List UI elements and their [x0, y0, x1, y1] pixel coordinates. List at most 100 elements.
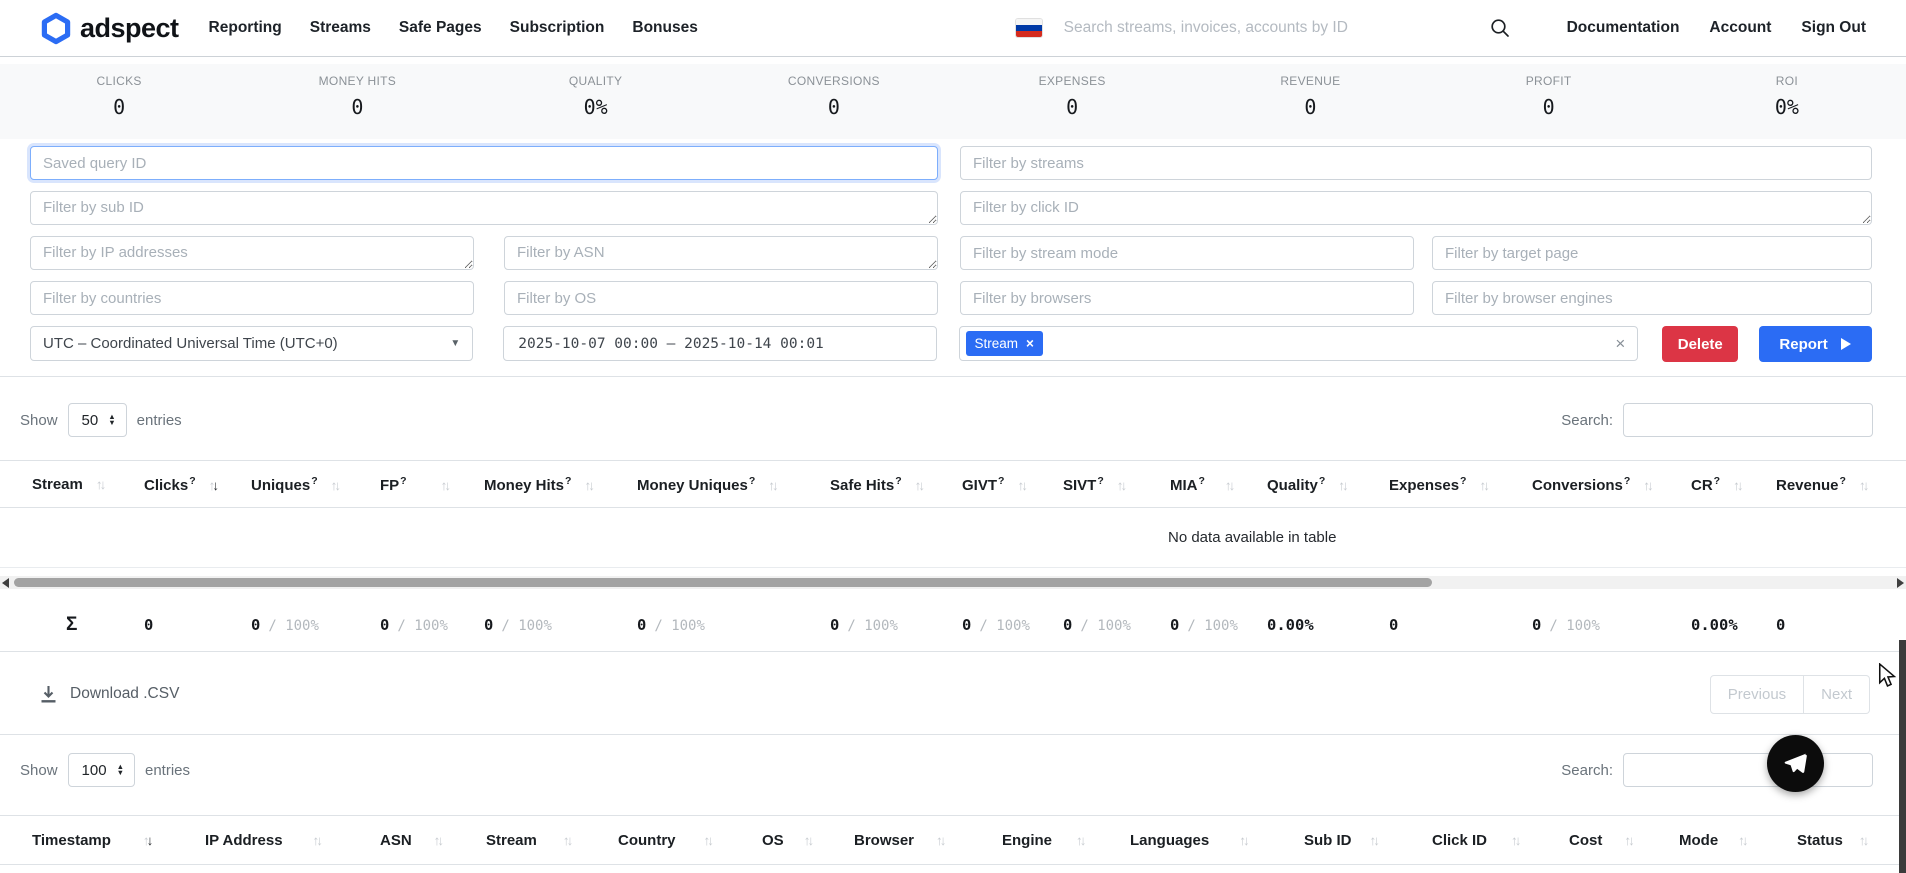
table1-search-input[interactable] [1623, 403, 1873, 437]
nav-reporting[interactable]: Reporting [209, 19, 282, 37]
col-cr[interactable]: CR?↑↓ [1691, 461, 1776, 508]
col-safe-hits[interactable]: Safe Hits?↑↓ [830, 461, 962, 508]
filter-click-id-textarea[interactable] [960, 191, 1872, 225]
col-fp[interactable]: FP?↑↓ [380, 461, 484, 508]
brand-logo[interactable]: adspect [41, 12, 179, 45]
sort-icon: ↑↓ [1338, 478, 1346, 493]
filter-asn-textarea[interactable] [504, 236, 938, 270]
clear-all-icon[interactable]: × [1615, 334, 1625, 354]
col-givt[interactable]: GIVT?↑↓ [962, 461, 1063, 508]
global-search-input[interactable] [1064, 19, 1489, 37]
no-data-message: No data available in table [1168, 529, 1336, 546]
scroll-right-icon[interactable] [1897, 578, 1904, 588]
vertical-scrollbar-thumb[interactable] [1899, 640, 1906, 873]
col-ip-address[interactable]: IP Address↑↓ [205, 816, 380, 865]
col-stream[interactable]: Stream↑↓ [0, 461, 144, 508]
col-country[interactable]: Country↑↓ [618, 816, 762, 865]
select-spinner-icon: ▲▼ [117, 764, 124, 777]
filter-browser-engines-input[interactable] [1432, 281, 1872, 315]
filter-ip-textarea[interactable] [30, 236, 474, 270]
caret-down-icon: ▼ [450, 338, 460, 349]
stream-tags-input[interactable]: Stream × × [959, 326, 1639, 361]
nav-safe-pages[interactable]: Safe Pages [399, 19, 482, 37]
nav-streams[interactable]: Streams [310, 19, 371, 37]
scroll-left-icon[interactable] [2, 578, 9, 588]
col-asn[interactable]: ASN↑↓ [380, 816, 486, 865]
stream-tag[interactable]: Stream × [966, 331, 1043, 356]
report-button[interactable]: Report [1759, 326, 1872, 362]
col-cost[interactable]: Cost↑↓ [1569, 816, 1679, 865]
col-status[interactable]: Status↑↓ [1797, 816, 1906, 865]
col-money-uniques[interactable]: Money Uniques?↑↓ [637, 461, 830, 508]
sort-icon: ↑↓ [1511, 833, 1519, 848]
page-size-select-1[interactable]: 50 ▲▼ [68, 403, 127, 437]
filter-countries-input[interactable] [30, 281, 474, 315]
col-os[interactable]: OS↑↓ [762, 816, 854, 865]
sort-icon: ↑↓ [1859, 833, 1867, 848]
search-label: Search: [1561, 762, 1613, 779]
col-browser[interactable]: Browser↑↓ [854, 816, 1002, 865]
stat-roi: ROI0% [1668, 74, 1906, 139]
stat-revenue: REVENUE0 [1191, 74, 1429, 139]
col-quality[interactable]: Quality?↑↓ [1267, 461, 1389, 508]
sort-icon: ↑↓ [143, 833, 151, 848]
russian-flag-icon[interactable] [1016, 19, 1042, 37]
delete-button[interactable]: Delete [1662, 326, 1738, 362]
search-icon[interactable] [1489, 17, 1511, 39]
sort-icon: ↑↓ [96, 477, 104, 492]
filter-streams-input[interactable] [960, 146, 1872, 180]
telegram-button[interactable] [1767, 735, 1824, 792]
timezone-value: UTC – Coordinated Universal Time (UTC+0) [43, 335, 338, 352]
col-mode[interactable]: Mode↑↓ [1679, 816, 1797, 865]
main-nav: Reporting Streams Safe Pages Subscriptio… [209, 19, 698, 37]
nav-account[interactable]: Account [1709, 19, 1771, 37]
col-revenue[interactable]: Revenue?↑↓ [1776, 461, 1906, 508]
date-range-input[interactable]: 2025-10-07 00:00 – 2025-10-14 00:01 [503, 326, 936, 361]
total-conversions: 0/ 100% [1532, 598, 1691, 652]
horizontal-scrollbar-thumb[interactable] [14, 578, 1432, 587]
sort-icon: ↑↓ [434, 833, 442, 848]
col-money-hits[interactable]: Money Hits?↑↓ [484, 461, 637, 508]
filter-browsers-input[interactable] [960, 281, 1414, 315]
col-timestamp[interactable]: Timestamp↑↓ [0, 816, 205, 865]
filter-sub-id-textarea[interactable] [30, 191, 938, 225]
col-click-id[interactable]: Click ID↑↓ [1432, 816, 1569, 865]
stat-clicks: CLICKS0 [0, 74, 238, 139]
sort-icon: ↑↓ [1117, 478, 1125, 493]
col-uniques[interactable]: Uniques?↑↓ [251, 461, 380, 508]
col-expenses[interactable]: Expenses?↑↓ [1389, 461, 1532, 508]
report-label: Report [1779, 336, 1827, 353]
filter-target-page-input[interactable] [1432, 236, 1872, 270]
filter-os-input[interactable] [504, 281, 938, 315]
nav-documentation[interactable]: Documentation [1567, 19, 1680, 37]
col-stream[interactable]: Stream↑↓ [486, 816, 618, 865]
nav-bonuses[interactable]: Bonuses [632, 19, 697, 37]
col-conversions[interactable]: Conversions?↑↓ [1532, 461, 1691, 508]
show-label: Show [20, 762, 58, 779]
col-mia[interactable]: MIA?↑↓ [1170, 461, 1267, 508]
next-button[interactable]: Next [1804, 675, 1870, 714]
brand-name: adspect [80, 13, 179, 44]
col-languages[interactable]: Languages↑↓ [1130, 816, 1304, 865]
nav-subscription[interactable]: Subscription [510, 19, 605, 37]
col-engine[interactable]: Engine↑↓ [1002, 816, 1130, 865]
col-clicks[interactable]: Clicks?↑↓ [144, 461, 251, 508]
sort-icon: ↑↓ [563, 833, 571, 848]
remove-tag-icon[interactable]: × [1026, 336, 1034, 351]
timezone-select[interactable]: UTC – Coordinated Universal Time (UTC+0)… [30, 326, 473, 361]
saved-query-id-input[interactable] [30, 146, 938, 180]
col-sivt[interactable]: SIVT?↑↓ [1063, 461, 1170, 508]
section-divider-2 [0, 734, 1906, 735]
page-size-select-2[interactable]: 100 ▲▼ [68, 753, 135, 787]
filter-stream-mode-input[interactable] [960, 236, 1414, 270]
horizontal-scrollbar[interactable] [0, 576, 1906, 589]
download-csv-button[interactable]: Download .CSV [40, 685, 179, 703]
sort-icon: ↑↓ [1225, 478, 1233, 493]
hexagon-logo-icon [41, 12, 71, 45]
sort-icon: ↑↓ [584, 478, 592, 493]
table2-search-input[interactable] [1623, 753, 1873, 787]
nav-sign-out[interactable]: Sign Out [1801, 19, 1866, 37]
stat-expenses: EXPENSES0 [953, 74, 1191, 139]
col-sub-id[interactable]: Sub ID↑↓ [1304, 816, 1432, 865]
previous-button[interactable]: Previous [1710, 675, 1804, 714]
